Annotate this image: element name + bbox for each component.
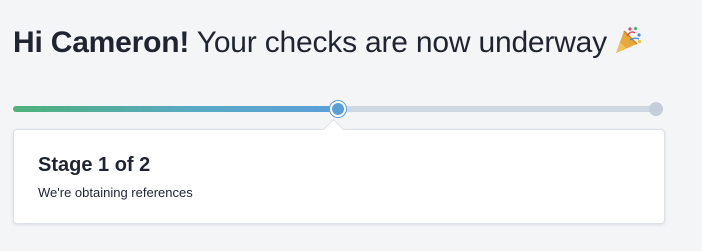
progress-fill (13, 106, 338, 112)
final-stage-marker (649, 102, 663, 116)
current-stage-marker (330, 101, 346, 117)
stage-title: Stage 1 of 2 (38, 154, 151, 176)
greeting: Hi Cameron! (13, 26, 190, 59)
page-title: Hi Cameron! Your checks are now underway (13, 23, 643, 63)
stage-card: Stage 1 of 2 We're obtaining references (13, 118, 665, 224)
checks-progress-page: Hi Cameron! Your checks are now underway… (0, 0, 702, 251)
stage-description: We're obtaining references (38, 185, 193, 200)
party-popper-icon (613, 25, 643, 55)
stage-progress-bar (13, 101, 663, 117)
headline-message: Your checks are now underway (189, 26, 607, 59)
card-pointer (322, 118, 345, 141)
